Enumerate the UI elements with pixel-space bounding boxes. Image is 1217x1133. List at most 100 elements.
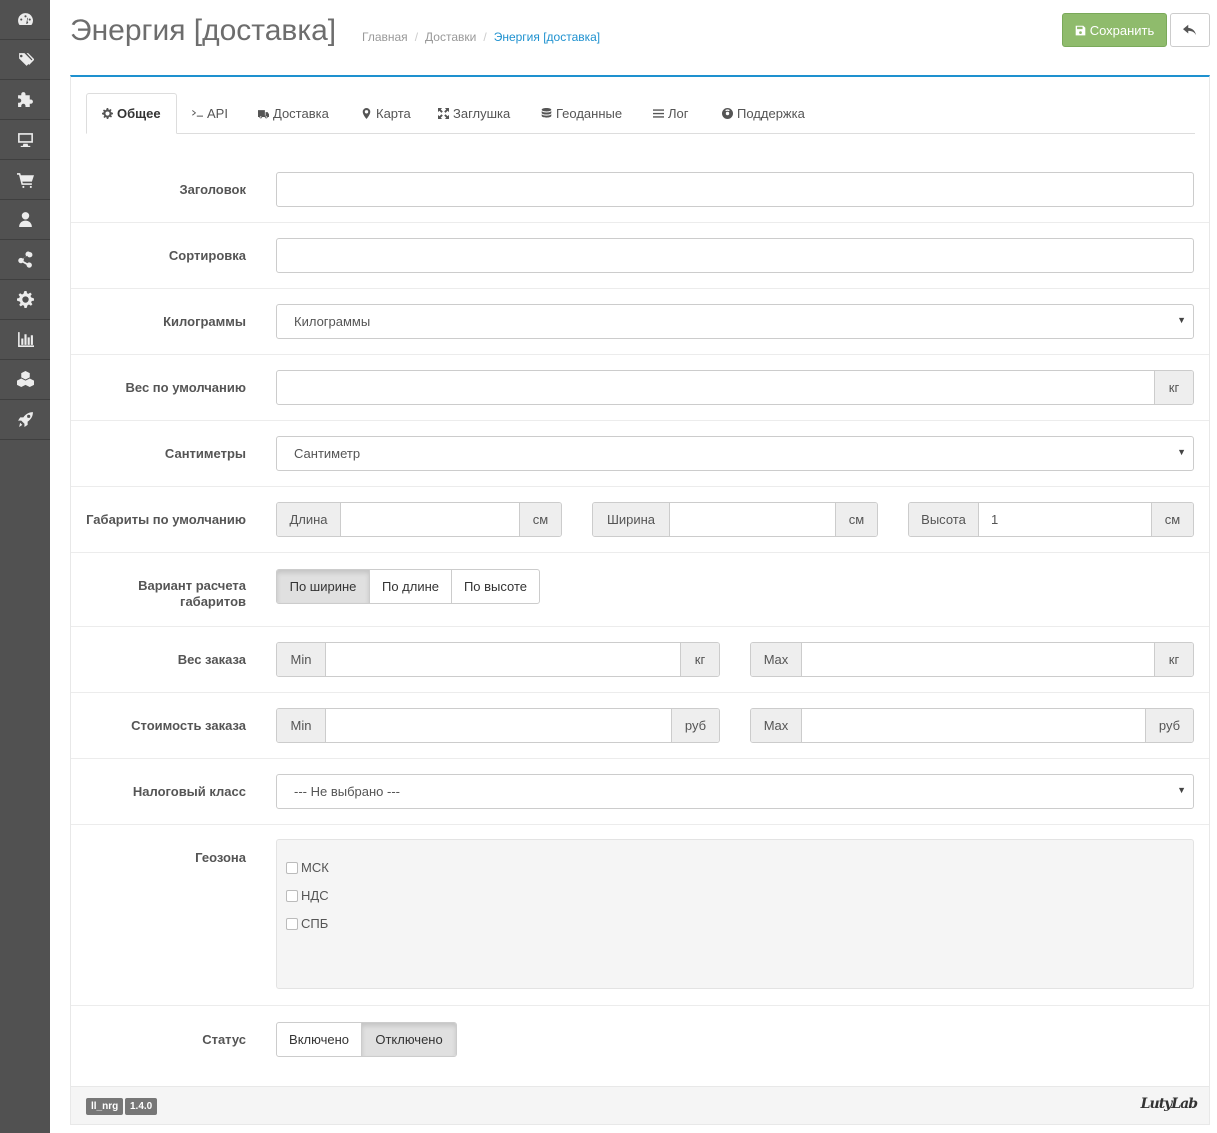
height-input[interactable]: 1 <box>979 503 1151 536</box>
tab-label: Заглушка <box>453 105 511 121</box>
geo-zone-checkbox[interactable] <box>286 889 298 902</box>
desktop-icon <box>17 133 33 147</box>
geo-zone-checkbox[interactable] <box>286 917 298 930</box>
sort-input[interactable] <box>276 238 1194 273</box>
gear-icon <box>16 291 34 308</box>
order-weight-max-input[interactable] <box>802 643 1154 676</box>
geo-zone-item[interactable]: СПБ <box>286 916 328 931</box>
sidebar-item-dashboard[interactable] <box>0 0 50 40</box>
status-enabled-button[interactable]: Включено <box>277 1023 363 1056</box>
breadcrumb: Главная / Доставки / Энергия [доставка] <box>362 30 600 44</box>
caret-down-icon: ▼ <box>1177 447 1186 457</box>
title-label: Заголовок <box>179 182 246 197</box>
tax-class-label: Налоговый класс <box>132 784 246 799</box>
sidebar-item-reports[interactable] <box>0 320 50 360</box>
geo-zone-name: НДС <box>301 888 329 903</box>
sidebar-item-marketing[interactable] <box>0 240 50 280</box>
back-button[interactable] <box>1170 13 1210 47</box>
order-cost-max-input[interactable] <box>802 709 1145 742</box>
floppy-icon <box>1075 25 1085 35</box>
form-row-length-unit: Сантиметры Сантиметр ▼ <box>71 421 1209 487</box>
breadcrumb-home[interactable]: Главная <box>362 30 408 44</box>
height-group: Высота 1 см <box>908 502 1194 537</box>
breadcrumb-shipping[interactable]: Доставки <box>425 30 476 44</box>
geo-zone-item[interactable]: НДС <box>286 888 329 903</box>
calc-variant-label: Вариант расчета габаритов <box>138 578 246 610</box>
lifebuoy-icon <box>722 107 733 119</box>
tab-api[interactable]: API <box>177 93 243 133</box>
sidebar-item-modules[interactable] <box>0 360 50 400</box>
map-marker-icon <box>362 107 371 119</box>
caret-down-icon: ▼ <box>1177 785 1186 795</box>
geo-zone-name: СПБ <box>301 916 329 931</box>
breadcrumb-separator: / <box>483 30 487 44</box>
calc-by-length-button[interactable]: По длине <box>370 570 452 603</box>
weight-unit-select[interactable]: Килограммы ▼ <box>276 304 1194 339</box>
sidebar-item-sales[interactable] <box>0 160 50 200</box>
form-row-tax-class: Налоговый класс --- Не выбрано --- ▼ <box>71 759 1209 825</box>
truck-icon <box>258 109 269 118</box>
length-group: Длина см <box>276 502 562 537</box>
calc-by-width-button[interactable]: По ширине <box>277 570 370 603</box>
tax-class-select[interactable]: --- Не выбрано --- ▼ <box>276 774 1194 809</box>
width-input[interactable] <box>670 503 835 536</box>
status-disabled-button[interactable]: Отключено <box>362 1023 456 1056</box>
tab-label: Геоданные <box>556 105 623 121</box>
sidebar-item-design[interactable] <box>0 120 50 160</box>
save-button[interactable]: Сохранить <box>1062 13 1167 47</box>
reply-icon <box>1183 24 1197 36</box>
width-addon: Ширина <box>593 503 670 536</box>
default-weight-group: кг <box>276 370 1194 405</box>
length-unit: см <box>519 503 561 536</box>
form-row-default-weight: Вес по умолчанию кг <box>71 355 1209 421</box>
geo-zone-checkbox[interactable] <box>286 861 298 874</box>
tab-general[interactable]: Общее <box>86 93 177 134</box>
tab-geodata[interactable]: Геоданные <box>526 93 637 133</box>
order-weight-min-addon: Min <box>277 643 326 676</box>
tax-class-value: --- Не выбрано --- <box>294 784 400 799</box>
calc-by-height-button[interactable]: По высоте <box>452 570 539 603</box>
sidebar-item-catalog[interactable] <box>0 40 50 80</box>
title-input[interactable] <box>276 172 1194 207</box>
default-weight-input[interactable] <box>277 371 1154 404</box>
form-row-sort: Сортировка <box>71 223 1209 289</box>
length-input[interactable] <box>341 503 519 536</box>
tab-map[interactable]: Карта <box>346 93 426 133</box>
breadcrumb-current[interactable]: Энергия [доставка] <box>494 30 600 44</box>
sidebar-item-system[interactable] <box>0 280 50 320</box>
tab-label: Доставка <box>273 105 329 121</box>
weight-unit-label: Килограммы <box>163 314 246 329</box>
tab-label: Лог <box>668 105 689 121</box>
order-weight-min-input[interactable] <box>326 643 680 676</box>
tab-label: Общее <box>117 106 161 121</box>
tab-support[interactable]: Поддержка <box>707 93 820 133</box>
tab-log[interactable]: Лог <box>638 93 704 133</box>
sidebar-item-customers[interactable] <box>0 200 50 240</box>
length-unit-select[interactable]: Сантиметр ▼ <box>276 436 1194 471</box>
order-weight-max-unit: кг <box>1154 643 1193 676</box>
form-row-dimensions: Габариты по умолчанию Длина см Ширина см… <box>71 487 1209 553</box>
puzzle-icon <box>17 92 33 107</box>
height-addon: Высота <box>909 503 979 536</box>
order-weight-max-addon: Max <box>751 643 802 676</box>
arrows-icon <box>438 107 449 119</box>
status-label: Статус <box>202 1032 246 1047</box>
rocket-icon <box>17 412 33 427</box>
tab-placeholder[interactable]: Заглушка <box>423 93 525 133</box>
tab-label: Поддержка <box>737 105 805 121</box>
geo-zone-name: МСК <box>301 860 329 875</box>
length-unit-label: Сантиметры <box>164 446 246 461</box>
order-cost-min-input[interactable] <box>326 709 671 742</box>
tab-shipping[interactable]: Доставка <box>243 93 344 133</box>
default-weight-label: Вес по умолчанию <box>125 380 246 395</box>
sidebar-item-launch[interactable] <box>0 400 50 440</box>
geo-zone-item[interactable]: МСК <box>286 860 329 875</box>
dashboard-icon <box>17 13 33 26</box>
order-cost-max-group: Max руб <box>750 708 1194 743</box>
form-row-order-weight: Вес заказа Min кг Max кг <box>71 627 1209 693</box>
cart-icon <box>16 173 34 188</box>
caret-down-icon: ▼ <box>1177 315 1186 325</box>
length-unit-value: Сантиметр <box>294 446 361 461</box>
order-weight-min-unit: кг <box>680 643 719 676</box>
sidebar-item-extensions[interactable] <box>0 80 50 120</box>
